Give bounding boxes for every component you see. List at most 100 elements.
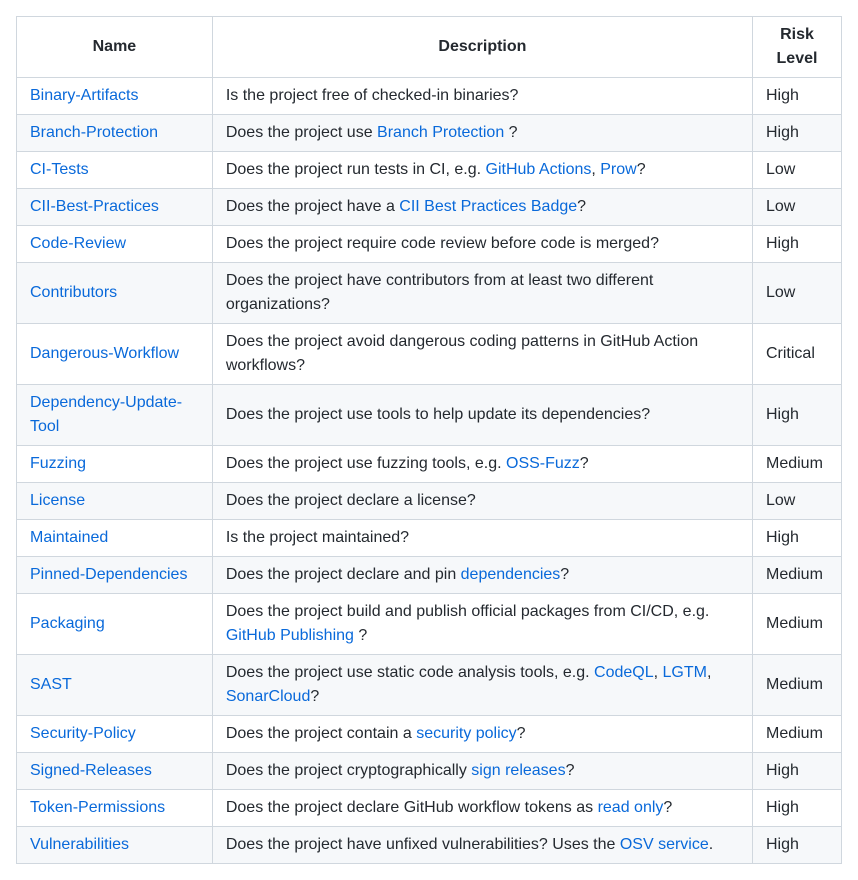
table-row: Pinned-Dependencies Does the project decl…: [17, 557, 842, 594]
cell-name: Pinned-Dependencies: [17, 557, 213, 594]
check-name-link[interactable]: License: [30, 492, 85, 509]
description-text: ?: [560, 566, 569, 583]
table-row: License Does the project declare a licens…: [17, 483, 842, 520]
check-name-link[interactable]: Maintained: [30, 529, 108, 546]
description-link[interactable]: read only: [598, 799, 664, 816]
cell-name: Maintained: [17, 520, 213, 557]
description-text: Does the project cryptographically: [226, 762, 471, 779]
description-link[interactable]: security policy: [416, 725, 516, 742]
table-header-row: Name Description Risk Level: [17, 17, 842, 78]
cell-name: Dangerous-Workflow: [17, 324, 213, 385]
check-name-link[interactable]: Dangerous-Workflow: [30, 345, 179, 362]
cell-description: Does the project build and publish offic…: [212, 594, 752, 655]
description-text: ?: [504, 124, 517, 141]
cell-name: Contributors: [17, 263, 213, 324]
table-row: Maintained Is the project maintained? High: [17, 520, 842, 557]
check-name-link[interactable]: CII-Best-Practices: [30, 198, 159, 215]
check-name-link[interactable]: Security-Policy: [30, 725, 136, 742]
description-link[interactable]: GitHub Actions: [486, 161, 592, 178]
check-name-link[interactable]: Pinned-Dependencies: [30, 566, 187, 583]
check-name-link[interactable]: Binary-Artifacts: [30, 87, 138, 104]
table-row: Security-PolicyDoes the project contain …: [17, 716, 842, 753]
table-row: CII-Best-PracticesDoes the project have …: [17, 189, 842, 226]
cell-name: SAST: [17, 655, 213, 716]
check-name-link[interactable]: Branch-Protection: [30, 124, 158, 141]
table-row: Dangerous-Workflow Does the project avoid…: [17, 324, 842, 385]
header-description: Description: [212, 17, 752, 78]
description-text: ?: [580, 455, 589, 472]
description-text: Does the project require code review bef…: [226, 235, 659, 252]
table-row: ContributorsDoes the project have contri…: [17, 263, 842, 324]
table-row: FuzzingDoes the project use fuzzing tool…: [17, 446, 842, 483]
check-name-link[interactable]: SAST: [30, 676, 72, 693]
description-text: ,: [591, 161, 600, 178]
checks-table: Name Description Risk Level Binary-Artif…: [16, 16, 842, 864]
cell-name: Security-Policy: [17, 716, 213, 753]
description-text: ?: [577, 198, 586, 215]
cell-risk: Medium: [752, 655, 841, 716]
cell-risk: High: [752, 78, 841, 115]
cell-risk: High: [752, 226, 841, 263]
cell-risk: Medium: [752, 716, 841, 753]
cell-name: Binary-Artifacts: [17, 78, 213, 115]
cell-risk: High: [752, 790, 841, 827]
check-name-link[interactable]: Signed-Releases: [30, 762, 152, 779]
description-link[interactable]: CodeQL: [594, 664, 654, 681]
cell-description: Does the project run tests in CI, e.g. G…: [212, 152, 752, 189]
description-link[interactable]: Branch Protection: [377, 124, 504, 141]
description-link[interactable]: CII Best Practices Badge: [399, 198, 577, 215]
cell-name: Code-Review: [17, 226, 213, 263]
cell-name: Signed-Releases: [17, 753, 213, 790]
cell-description: Does the project declare and pin depende…: [212, 557, 752, 594]
description-text: Is the project maintained?: [226, 529, 409, 546]
description-text: Does the project use tools to help updat…: [226, 406, 650, 423]
description-text: Is the project free of checked-in binari…: [226, 87, 519, 104]
description-text: Does the project have unfixed vulnerabil…: [226, 836, 620, 853]
description-link[interactable]: dependencies: [461, 566, 561, 583]
description-link[interactable]: OSV service: [620, 836, 709, 853]
cell-risk: Critical: [752, 324, 841, 385]
cell-name: Token-Permissions: [17, 790, 213, 827]
cell-risk: Medium: [752, 446, 841, 483]
table-row: Vulnerabilities Does the project have unf…: [17, 827, 842, 864]
description-link[interactable]: Prow: [600, 161, 636, 178]
description-link[interactable]: OSS-Fuzz: [506, 455, 580, 472]
description-link[interactable]: SonarCloud: [226, 688, 311, 705]
cell-name: Fuzzing: [17, 446, 213, 483]
cell-risk: Medium: [752, 594, 841, 655]
table-row: Binary-Artifacts Is the project free of c…: [17, 78, 842, 115]
check-name-link[interactable]: Token-Permissions: [30, 799, 165, 816]
cell-description: Is the project free of checked-in binari…: [212, 78, 752, 115]
cell-risk: High: [752, 520, 841, 557]
check-name-link[interactable]: Packaging: [30, 615, 105, 632]
description-link[interactable]: GitHub Publishing: [226, 627, 354, 644]
check-name-link[interactable]: Fuzzing: [30, 455, 86, 472]
cell-description: Does the project use static code analysi…: [212, 655, 752, 716]
cell-description: Does the project have unfixed vulnerabil…: [212, 827, 752, 864]
table-row: Token-PermissionsDoes the project declar…: [17, 790, 842, 827]
cell-name: Branch-Protection: [17, 115, 213, 152]
cell-risk: High: [752, 115, 841, 152]
check-name-link[interactable]: Dependency-Update-Tool: [30, 394, 182, 435]
check-name-link[interactable]: CI-Tests: [30, 161, 89, 178]
cell-description: Does the project declare a license?: [212, 483, 752, 520]
table-row: Branch-ProtectionDoes the project use Br…: [17, 115, 842, 152]
cell-description: Does the project use tools to help updat…: [212, 385, 752, 446]
cell-description: Does the project avoid dangerous coding …: [212, 324, 752, 385]
header-name: Name: [17, 17, 213, 78]
check-name-link[interactable]: Contributors: [30, 284, 117, 301]
cell-risk: High: [752, 827, 841, 864]
table-row: Signed-Releases Does the project cryptogr…: [17, 753, 842, 790]
description-text: .: [709, 836, 713, 853]
description-text: Does the project declare a license?: [226, 492, 476, 509]
check-name-link[interactable]: Vulnerabilities: [30, 836, 129, 853]
cell-name: CII-Best-Practices: [17, 189, 213, 226]
cell-risk: Low: [752, 189, 841, 226]
description-text: Does the project use static code analysi…: [226, 664, 594, 681]
description-link[interactable]: sign releases: [471, 762, 565, 779]
cell-description: Does the project cryptographically sign …: [212, 753, 752, 790]
check-name-link[interactable]: Code-Review: [30, 235, 126, 252]
table-row: Packaging Does the project build and publ…: [17, 594, 842, 655]
description-link[interactable]: LGTM: [663, 664, 707, 681]
table-body: Binary-Artifacts Is the project free of c…: [17, 78, 842, 864]
